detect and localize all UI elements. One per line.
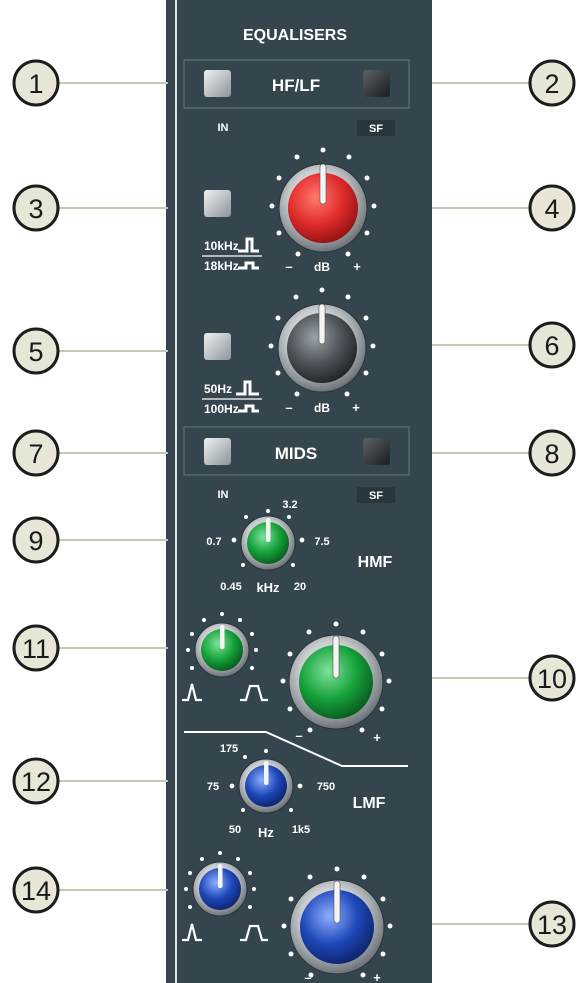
- callout-12: 12: [12, 757, 60, 805]
- svg-text:12: 12: [21, 767, 51, 797]
- callout-3: 3: [12, 184, 60, 232]
- lf-label-b: 100Hz: [204, 402, 239, 416]
- lmf-scale-1: 50: [229, 824, 241, 836]
- hf-lf-sf-label: SF: [369, 123, 383, 135]
- lmf-gain-plus: +: [373, 970, 381, 983]
- lf-select-button[interactable]: [204, 333, 231, 360]
- lf-knob-pointer: [318, 303, 326, 345]
- svg-text:14: 14: [21, 876, 51, 906]
- mids-in-button[interactable]: [204, 438, 231, 465]
- svg-text:10: 10: [537, 664, 567, 694]
- lmf-gain-minus: –: [304, 970, 311, 983]
- hf-knob-pointer: [319, 163, 327, 205]
- hmf-q-pointer: [220, 625, 225, 649]
- lmf-freq-pointer: [264, 761, 269, 785]
- lmf-q-pointer: [218, 864, 223, 888]
- callout-11: 11: [12, 624, 60, 672]
- hmf-scale-1: 0.45: [220, 581, 241, 593]
- hf-lf-in-button[interactable]: [204, 70, 231, 97]
- svg-text:11: 11: [22, 634, 50, 664]
- svg-text:4: 4: [544, 194, 559, 224]
- mids-label: MIDS: [275, 444, 318, 463]
- hf-select-button[interactable]: [204, 190, 231, 217]
- callout-1: 1: [12, 59, 60, 107]
- callout-9: 9: [12, 516, 60, 564]
- hf-db-label: dB: [314, 260, 330, 274]
- svg-text:6: 6: [544, 331, 559, 361]
- hf-lf-label: HF/LF: [272, 76, 320, 95]
- callout-2: 2: [528, 59, 576, 107]
- callout-6: 6: [528, 321, 576, 369]
- mids-sf-button[interactable]: [363, 438, 390, 465]
- lmf-scale-3: 175: [220, 743, 238, 755]
- mids-in-label: IN: [218, 489, 229, 501]
- lmf-scale-2: 75: [207, 781, 219, 793]
- hf-lf-in-label: IN: [218, 122, 229, 134]
- hmf-freq-pointer: [266, 518, 271, 542]
- mids-sf-label: SF: [369, 490, 383, 502]
- svg-text:1: 1: [28, 69, 43, 99]
- callout-10: 10: [528, 654, 576, 702]
- callout-4: 4: [528, 184, 576, 232]
- svg-text:13: 13: [537, 910, 567, 940]
- strip-title: EQUALISERS: [243, 27, 347, 44]
- hf-label-b: 18kHz: [204, 259, 239, 273]
- hmf-scale-3: 3.2: [282, 499, 297, 511]
- hmf-scale-5: 20: [294, 581, 306, 593]
- lf-db-label: dB: [314, 401, 330, 415]
- lmf-scale-5: 1k5: [292, 824, 310, 836]
- lf-label-a: 50Hz: [204, 382, 232, 396]
- lmf-unit: Hz: [258, 825, 274, 840]
- callout-5: 5: [12, 327, 60, 375]
- lf-minus: –: [285, 400, 292, 415]
- svg-text:8: 8: [544, 439, 559, 469]
- svg-text:5: 5: [28, 337, 43, 367]
- hmf-unit: kHz: [256, 580, 280, 595]
- callout-7: 7: [12, 429, 60, 477]
- hf-plus: +: [353, 259, 361, 274]
- hf-lf-sf-button[interactable]: [363, 70, 390, 97]
- callout-14: 14: [12, 866, 60, 914]
- hmf-gain-plus: +: [373, 730, 381, 745]
- hmf-gain-minus: –: [295, 728, 302, 743]
- lmf-label: LMF: [353, 795, 386, 812]
- hmf-scale-2: 0.7: [206, 536, 221, 548]
- svg-text:3: 3: [28, 194, 43, 224]
- hmf-scale-4: 7.5: [314, 536, 329, 548]
- hf-label-a: 10kHz: [204, 239, 239, 253]
- hf-minus: –: [285, 259, 292, 274]
- lf-plus: +: [352, 400, 360, 415]
- lmf-gain-pointer: [333, 880, 341, 924]
- callout-13: 13: [528, 900, 576, 948]
- svg-text:2: 2: [544, 69, 559, 99]
- hmf-label: HMF: [358, 554, 393, 571]
- svg-text:7: 7: [28, 439, 43, 469]
- hmf-gain-pointer: [332, 635, 340, 679]
- eq-diagram: EQUALISERS HF/LF IN SF 10kHz 18kHz – dB …: [12, 0, 576, 983]
- callout-8: 8: [528, 429, 576, 477]
- svg-text:9: 9: [28, 526, 43, 556]
- lmf-scale-4: 750: [317, 781, 335, 793]
